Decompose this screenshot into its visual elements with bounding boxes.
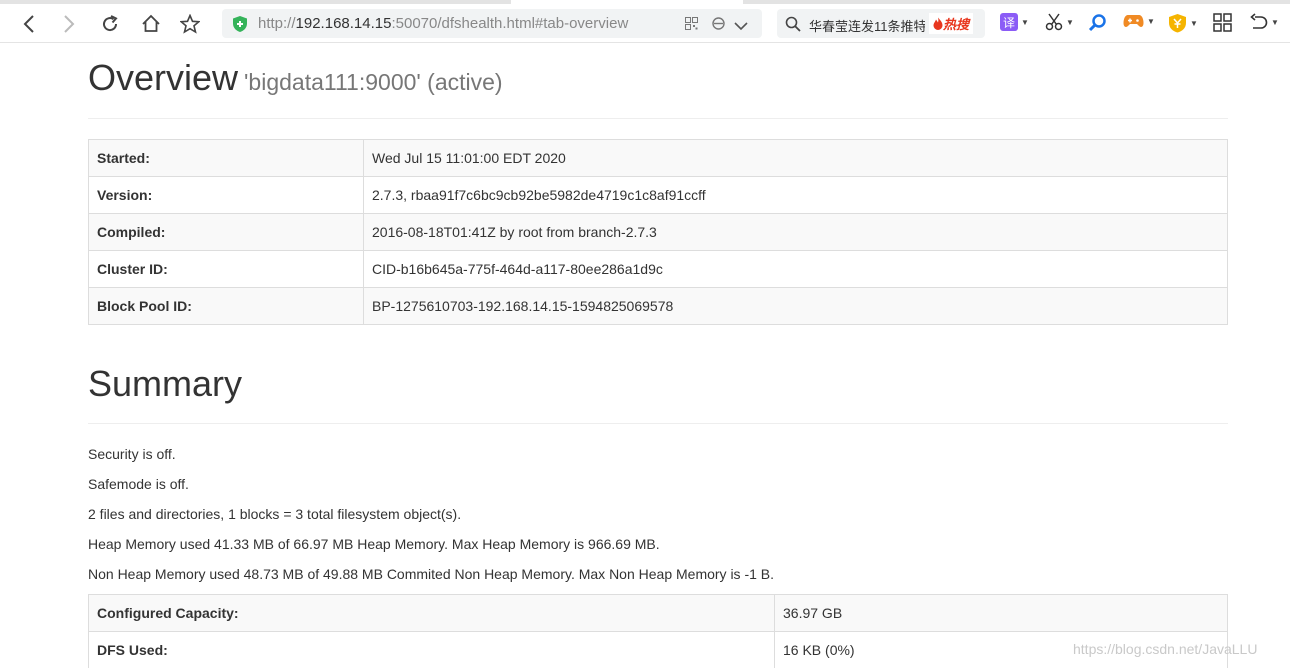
- game-tool[interactable]: ▼: [1123, 13, 1155, 29]
- browser-toolbar: http://192.168.14.15:50070/dfshealth.htm…: [0, 4, 1290, 43]
- hot-search-badge[interactable]: 热搜: [929, 13, 974, 34]
- namenode-subtitle: 'bigdata111:9000' (active): [244, 69, 503, 95]
- table-row: Block Pool ID: BP-1275610703-192.168.14.1…: [88, 287, 1228, 325]
- undo-icon: [1250, 13, 1268, 29]
- watermark: https://blog.csdn.net/JavaLLU: [1073, 641, 1258, 657]
- page-title: Overview: [88, 57, 239, 98]
- coupon-tool[interactable]: ▼: [1168, 13, 1198, 33]
- divider: [88, 118, 1228, 119]
- url-prefix: http://: [258, 15, 296, 32]
- home-icon[interactable]: [138, 11, 164, 37]
- row-value: 2.7.3, rbaa91f7c6bc9cb92be5982de4719c1c8…: [363, 176, 1228, 214]
- row-key: Cluster ID:: [88, 250, 364, 288]
- overview-heading: Overview'bigdata111:9000' (active): [88, 57, 503, 99]
- address-bar[interactable]: http://192.168.14.15:50070/dfshealth.htm…: [222, 9, 762, 38]
- chevron-down-icon[interactable]: [734, 18, 748, 36]
- table-row: Started: Wed Jul 15 11:01:00 EDT 2020: [88, 139, 1228, 177]
- grid-icon: [1213, 13, 1232, 32]
- summary-heading: Summary: [88, 363, 243, 404]
- gamepad-icon: [1123, 15, 1144, 27]
- chevron-down-icon: ▼: [1147, 16, 1155, 26]
- row-key: Configured Capacity:: [88, 594, 775, 632]
- translate-icon: 译: [1000, 13, 1018, 31]
- yen-shield-icon: [1169, 14, 1186, 33]
- find-tool[interactable]: [1088, 13, 1107, 32]
- non-heap-memory: Non Heap Memory used 48.73 MB of 49.88 M…: [88, 566, 775, 582]
- row-key: Started:: [88, 139, 364, 177]
- row-value: 2016-08-18T01:41Z by root from branch-2.…: [363, 213, 1228, 251]
- safemode-status: Safemode is off.: [88, 476, 189, 492]
- search-suggestion-text[interactable]: 华春莹连发11条推特: [809, 16, 925, 35]
- search-icon: [785, 16, 801, 37]
- reload-icon[interactable]: [97, 11, 123, 37]
- hot-search-label: 热搜: [943, 17, 970, 32]
- search-box[interactable]: 华春莹连发11条推特 热搜: [777, 9, 985, 38]
- chevron-down-icon: ▼: [1021, 17, 1029, 27]
- table-row: Version: 2.7.3, rbaa91f7c6bc9cb92be5982de…: [88, 176, 1228, 214]
- forward-icon[interactable]: [56, 11, 82, 37]
- heap-memory: Heap Memory used 41.33 MB of 66.97 MB He…: [88, 536, 660, 552]
- divider: [88, 423, 1228, 424]
- undo-tool[interactable]: ▼: [1249, 13, 1279, 32]
- apps-tool[interactable]: [1213, 13, 1232, 32]
- flame-icon: [933, 17, 943, 30]
- chevron-down-icon: ▼: [1066, 17, 1074, 27]
- row-value: CID-b16b645a-775f-464d-a117-80ee286a1d9c: [363, 250, 1228, 288]
- table-row: DFS Used: 16 KB (0%): [88, 631, 1228, 668]
- row-key: Block Pool ID:: [88, 287, 364, 325]
- table-row: Cluster ID: CID-b16b645a-775f-464d-a117-8…: [88, 250, 1228, 288]
- secure-shield-icon: [232, 15, 248, 38]
- bookmark-star-icon[interactable]: [177, 11, 203, 37]
- row-key: Version:: [88, 176, 364, 214]
- summary-table: Configured Capacity: 36.97 GB DFS Used: 16…: [88, 594, 1228, 668]
- back-icon[interactable]: [16, 11, 42, 37]
- security-status: Security is off.: [88, 446, 176, 462]
- chevron-down-icon: ▼: [1190, 18, 1198, 28]
- url-text[interactable]: http://192.168.14.15:50070/dfshealth.htm…: [258, 15, 628, 32]
- screenshot-tool[interactable]: ▼: [1045, 13, 1074, 31]
- url-host: 192.168.14.15: [295, 15, 392, 32]
- url-path: :50070/dfshealth.html#tab-overview: [391, 15, 629, 32]
- filesystem-objects: 2 files and directories, 1 blocks = 3 to…: [88, 506, 462, 522]
- table-row: Configured Capacity: 36.97 GB: [88, 594, 1228, 632]
- row-key: DFS Used:: [88, 631, 775, 668]
- row-value: Wed Jul 15 11:01:00 EDT 2020: [363, 139, 1228, 177]
- table-row: Compiled: 2016-08-18T01:41Z by root from …: [88, 213, 1228, 251]
- chevron-down-icon: ▼: [1271, 18, 1279, 27]
- row-value: 36.97 GB: [774, 594, 1228, 632]
- translate-tool[interactable]: 译 ▼: [1000, 13, 1029, 31]
- magnifier-icon: [1088, 14, 1106, 32]
- qr-code-icon[interactable]: [685, 17, 698, 35]
- browser-engine-icon[interactable]: [711, 16, 726, 36]
- overview-table: Started: Wed Jul 15 11:01:00 EDT 2020 Ver…: [88, 139, 1228, 325]
- row-key: Compiled:: [88, 213, 364, 251]
- scissors-icon: [1045, 13, 1063, 31]
- row-value: BP-1275610703-192.168.14.15-159482506957…: [363, 287, 1228, 325]
